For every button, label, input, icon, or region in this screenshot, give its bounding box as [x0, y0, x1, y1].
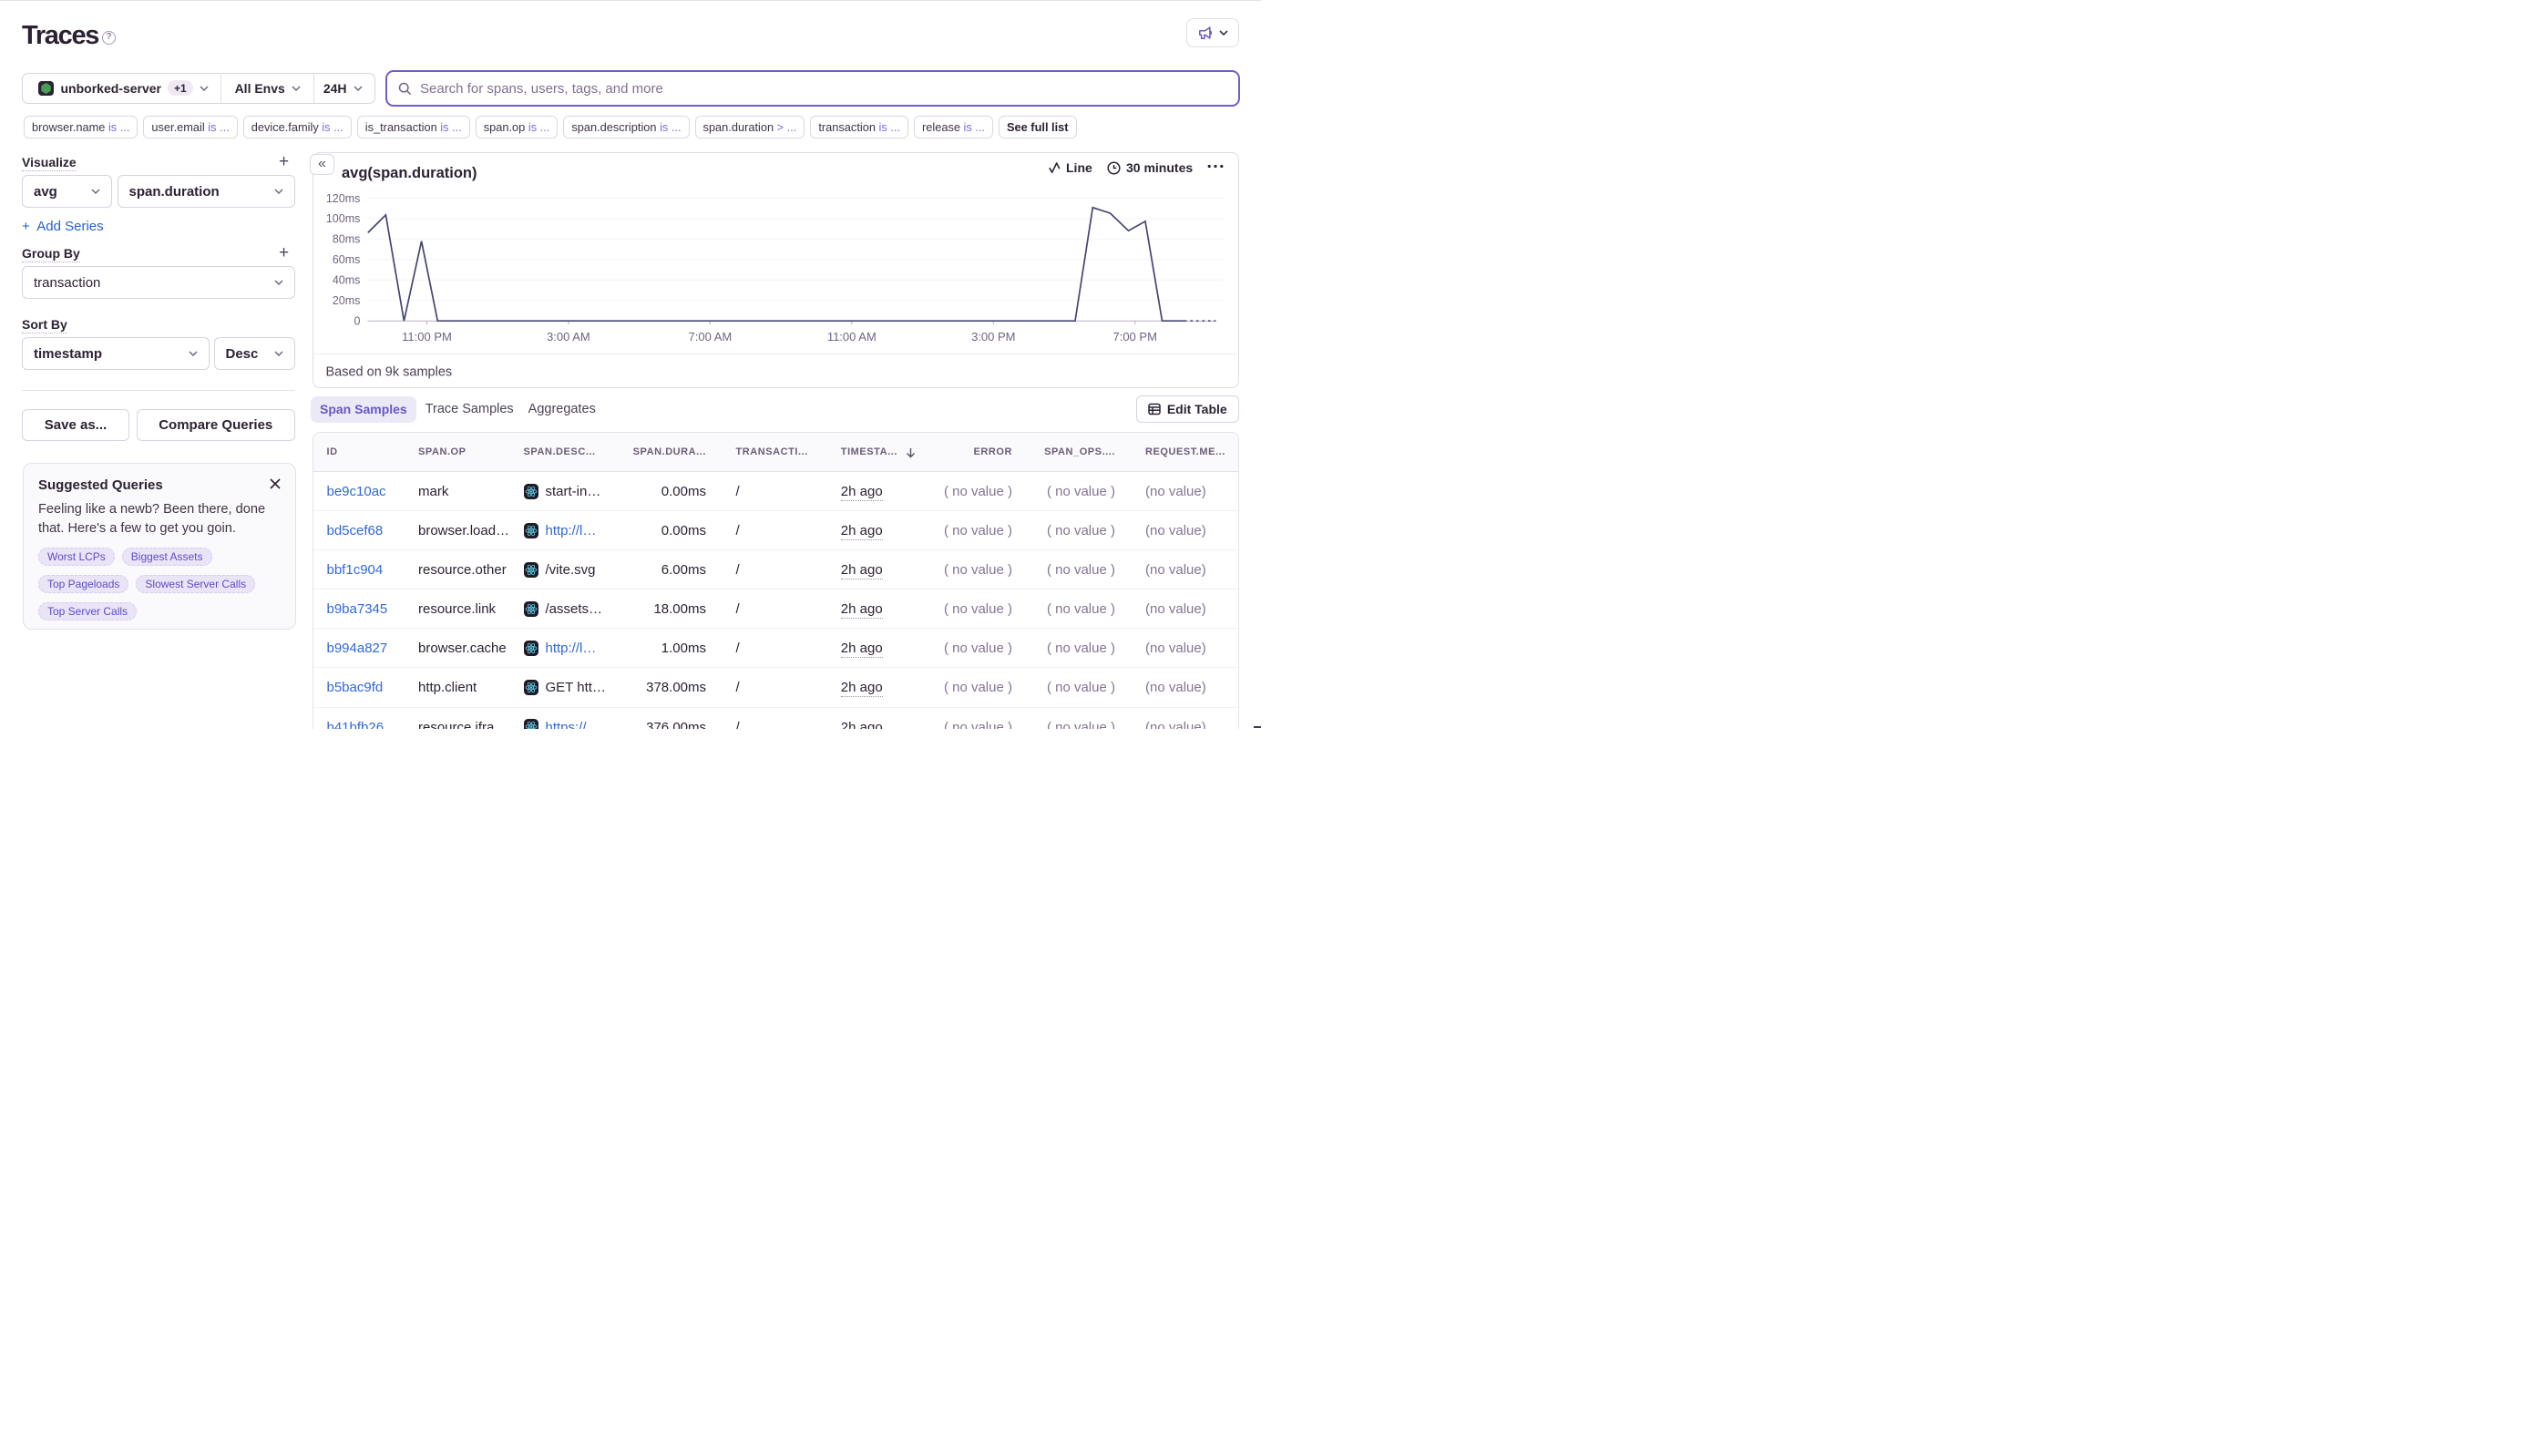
svg-text:7:00 AM: 7:00 AM [689, 330, 733, 343]
svg-text:40ms: 40ms [333, 274, 361, 287]
svg-text:0: 0 [354, 315, 360, 328]
svg-text:11:00 AM: 11:00 AM [827, 330, 877, 343]
svg-text:100ms: 100ms [326, 212, 361, 225]
svg-text:3:00 AM: 3:00 AM [547, 330, 590, 343]
svg-text:60ms: 60ms [333, 253, 361, 266]
svg-text:120ms: 120ms [326, 192, 361, 205]
svg-text:Based on 9k samples: Based on 9k samples [326, 365, 453, 380]
svg-text:3:00 PM: 3:00 PM [971, 330, 1015, 343]
svg-text:7:00 PM: 7:00 PM [1112, 330, 1156, 343]
svg-text:80ms: 80ms [333, 233, 361, 246]
svg-text:11:00 PM: 11:00 PM [402, 330, 452, 343]
svg-text:20ms: 20ms [333, 294, 361, 307]
